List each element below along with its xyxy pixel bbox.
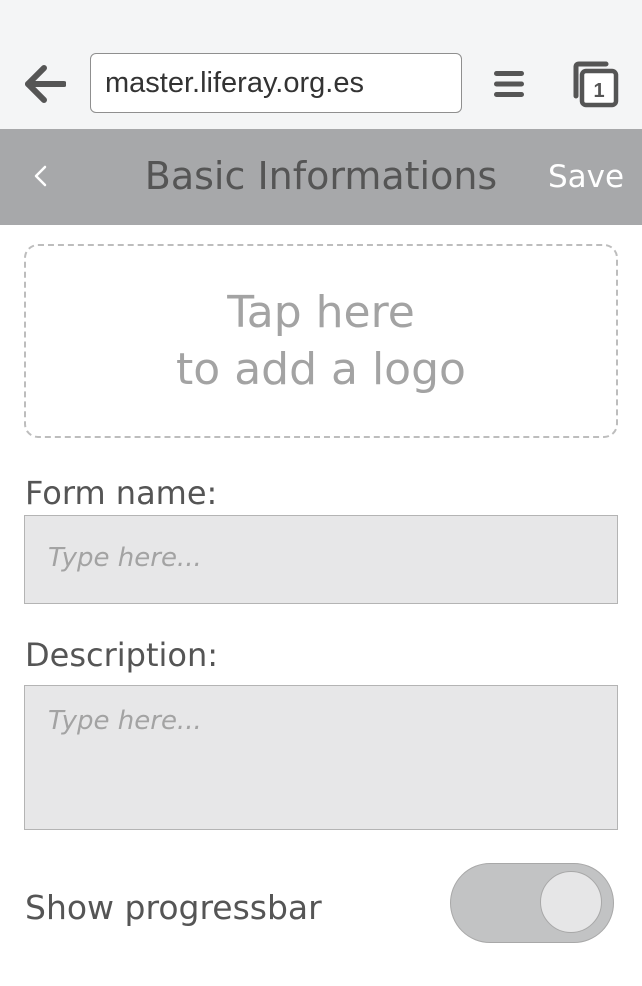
form-name-label: Form name:	[25, 474, 218, 512]
url-field[interactable]: master.liferay.org.es	[90, 53, 462, 113]
save-button[interactable]: Save	[548, 155, 624, 199]
toggle-knob	[540, 871, 602, 933]
progressbar-toggle-label: Show progressbar	[25, 888, 322, 927]
logo-upload-line2: to add a logo	[176, 344, 466, 395]
form-name-input[interactable]: Type here...	[24, 515, 618, 604]
page-title: Basic Informations	[144, 154, 498, 198]
tabs-icon[interactable]: 1	[570, 60, 620, 108]
description-textarea[interactable]: Type here...	[24, 685, 618, 830]
description-label: Description:	[25, 636, 219, 674]
hamburger-menu-icon[interactable]	[492, 68, 526, 100]
logo-upload-line1: Tap here	[227, 287, 415, 338]
tab-count: 1	[593, 80, 604, 102]
progressbar-toggle[interactable]	[450, 863, 614, 943]
back-arrow-icon[interactable]	[24, 64, 66, 104]
logo-upload-area[interactable]: Tap here to add a logo	[24, 244, 618, 438]
